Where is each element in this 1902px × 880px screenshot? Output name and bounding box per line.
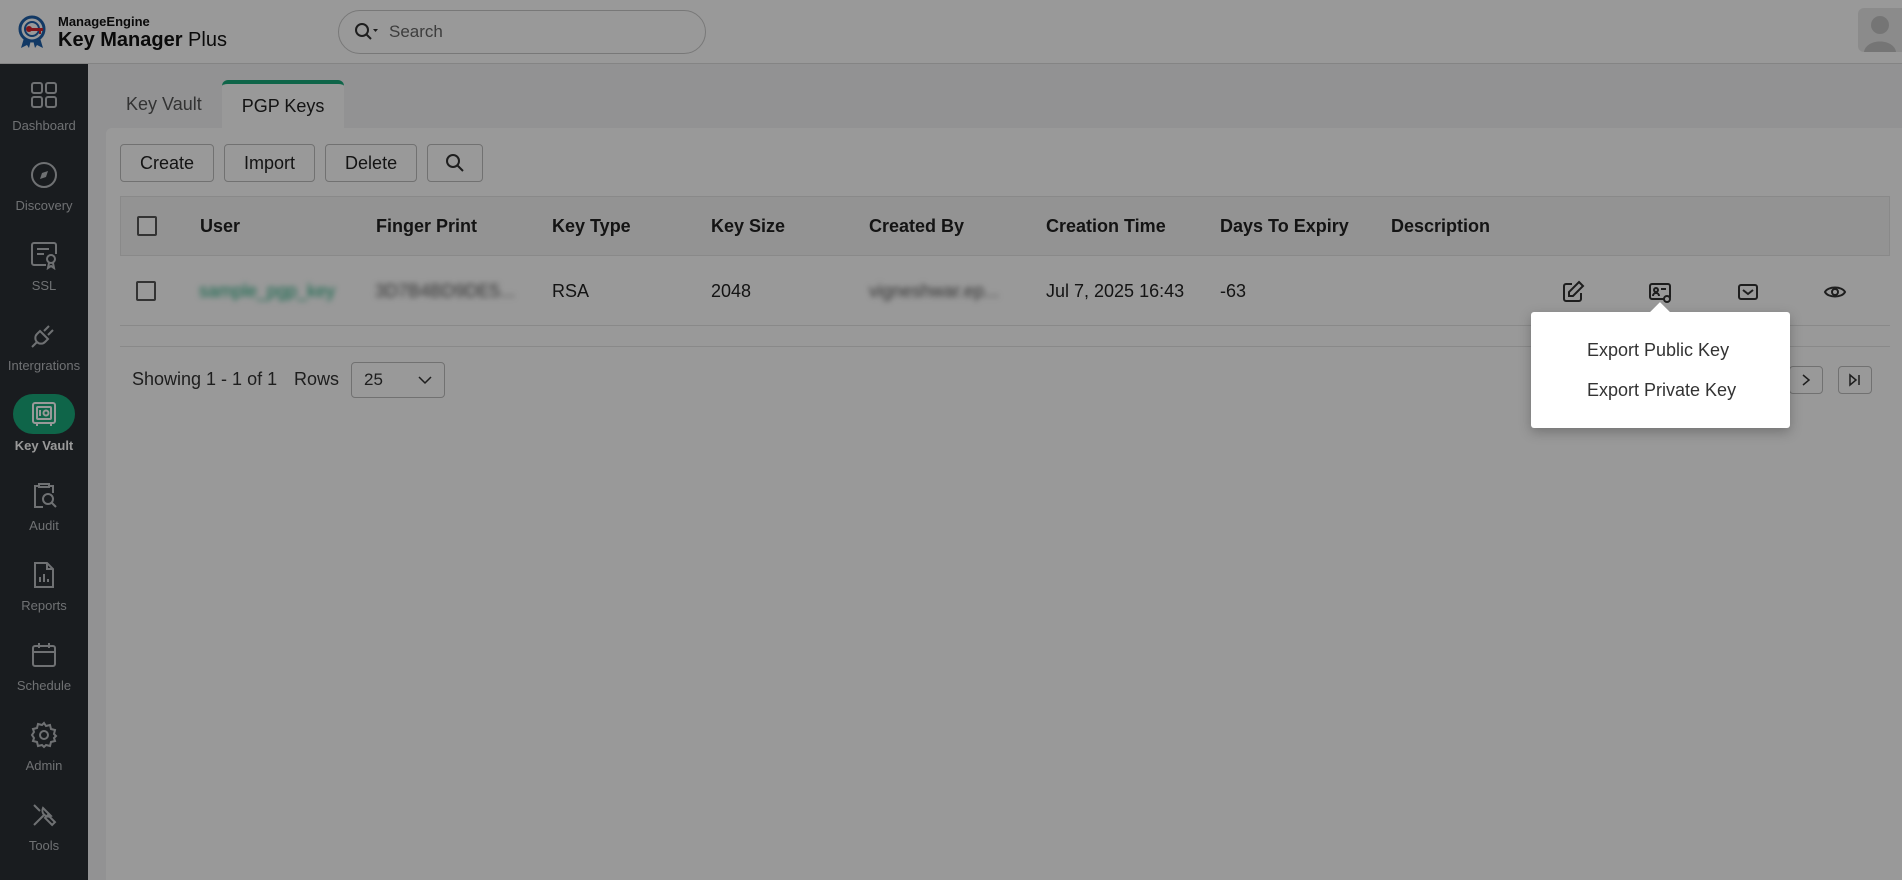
export-public-key-option[interactable]: Export Public Key	[1587, 340, 1729, 361]
dim-overlay[interactable]	[0, 0, 1902, 880]
export-private-key-option[interactable]: Export Private Key	[1587, 380, 1736, 401]
export-key-menu: Export Public Key Export Private Key	[1531, 302, 1790, 428]
